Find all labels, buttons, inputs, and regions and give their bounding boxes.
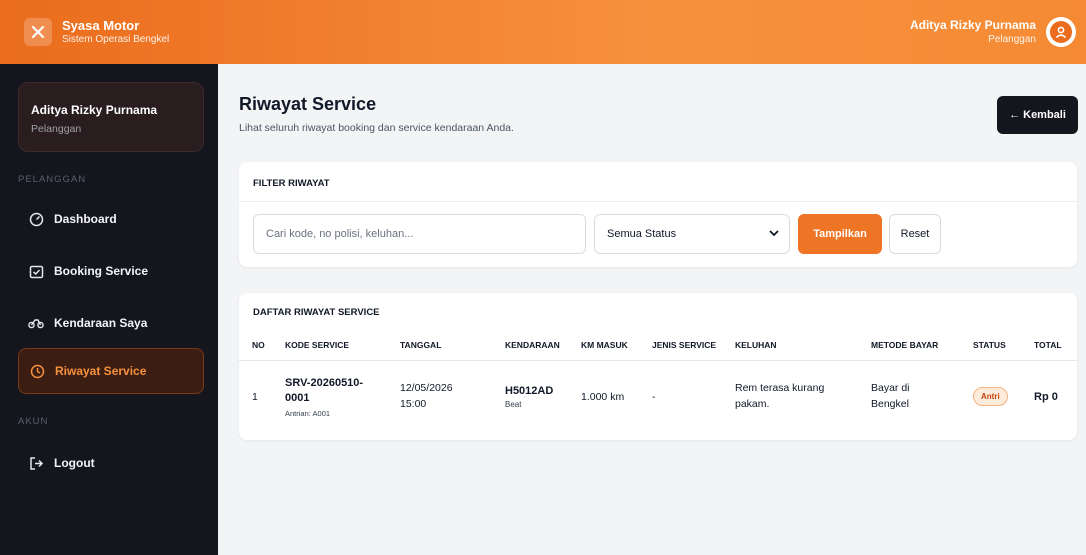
page-subtitle: Lihat seluruh riwayat booking dan servic… xyxy=(239,122,514,134)
logout-icon xyxy=(28,455,44,471)
col-header-kendaraan: KENDARAAN xyxy=(505,331,581,361)
table-header-row: NO KODE SERVICE TANGGAL KENDARAAN KM MAS… xyxy=(239,331,1077,361)
cell-kode-service: SRV-20260510-0001 Antrian: A001 xyxy=(285,360,400,433)
wrench-icon xyxy=(24,18,52,46)
user-menu[interactable]: Aditya Rizky Purnama Pelanggan xyxy=(910,17,1076,47)
sidebar-item-logout[interactable]: Logout xyxy=(18,440,204,486)
cell-kendaraan: H5012AD Beat xyxy=(505,360,581,433)
status-select-value: Semua Status xyxy=(607,228,677,240)
cell-total: Rp 0 xyxy=(1034,390,1058,403)
vehicle-plate: H5012AD xyxy=(505,384,554,397)
user-role: Pelanggan xyxy=(988,34,1036,46)
history-list-card: DAFTAR RIWAYAT SERVICE NO KODE SERVICE T… xyxy=(239,293,1077,440)
filter-heading: FILTER RIWAYAT xyxy=(239,162,1077,202)
user-circle-icon xyxy=(1050,21,1072,43)
cell-status: Antri xyxy=(973,360,1034,433)
cell-metode-bayar: Bayar di Bengkel xyxy=(871,360,973,433)
cell-km-masuk: 1.000 km xyxy=(581,390,625,403)
complaint-text: Rem terasa kurang pakam. xyxy=(735,382,825,410)
service-code: SRV-20260510-0001 xyxy=(285,376,364,404)
top-bar: Syasa Motor Sistem Operasi Bengkel Adity… xyxy=(0,0,1086,64)
filter-card: FILTER RIWAYAT Semua Status Tampilkan Re… xyxy=(239,162,1077,267)
sidebar-item-label: Riwayat Service xyxy=(55,364,147,378)
user-name: Aditya Rizky Purnama xyxy=(909,17,1036,32)
history-icon xyxy=(29,363,45,379)
cell-tanggal: 12/05/2026 15:00 xyxy=(400,360,505,433)
chevron-down-icon xyxy=(769,228,779,240)
brand[interactable]: Syasa Motor Sistem Operasi Bengkel xyxy=(24,18,169,46)
cell-jenis-service: - xyxy=(652,390,656,403)
status-select[interactable]: Semua Status xyxy=(594,214,790,254)
col-header-metode-bayar: METODE BAYAR xyxy=(871,331,973,361)
brand-subtitle: Sistem Operasi Bengkel xyxy=(62,33,170,45)
sidebar-item-label: Booking Service xyxy=(54,264,149,278)
sidebar-item-kendaraan-saya[interactable]: Kendaraan Saya xyxy=(18,300,204,346)
list-heading: DAFTAR RIWAYAT SERVICE xyxy=(253,307,380,318)
sidebar-item-booking-service[interactable]: Booking Service xyxy=(18,248,204,294)
reset-button[interactable]: Reset xyxy=(889,214,941,254)
cell-keluhan: Rem terasa kurang pakam. xyxy=(735,360,871,433)
status-badge: Antri xyxy=(973,387,1008,407)
sidebar-item-dashboard[interactable]: Dashboard xyxy=(18,196,204,242)
section-label-pelanggan: PELANGGAN xyxy=(18,174,87,185)
payment-method: Bayar di Bengkel xyxy=(871,382,910,410)
profile-role: Pelanggan xyxy=(31,123,82,135)
queue-number: Antrian: A001 xyxy=(285,408,331,418)
col-header-tanggal: TANGGAL xyxy=(400,331,505,361)
motorcycle-icon xyxy=(28,315,44,331)
table-row[interactable]: 1 SRV-20260510-0001 Antrian: A001 12/05/… xyxy=(239,360,1077,433)
tampilkan-button[interactable]: Tampilkan xyxy=(798,214,882,254)
col-header-keluhan: KELUHAN xyxy=(735,331,871,361)
col-header-total: TOTAL xyxy=(1034,331,1077,361)
profile-card: Aditya Rizky Purnama Pelanggan xyxy=(18,82,204,152)
profile-name: Aditya Rizky Purnama xyxy=(31,103,158,117)
vehicle-model: Beat xyxy=(505,399,522,409)
page-title: Riwayat Service xyxy=(239,94,377,114)
calendar-check-icon xyxy=(28,263,44,279)
history-table: NO KODE SERVICE TANGGAL KENDARAAN KM MAS… xyxy=(239,331,1077,433)
brand-name: Syasa Motor xyxy=(62,17,140,33)
col-header-km-masuk: KM MASUK xyxy=(581,331,652,361)
service-date: 12/05/2026 15:00 xyxy=(400,382,453,410)
col-header-status: STATUS xyxy=(973,331,1034,361)
sidebar-item-riwayat-service[interactable]: Riwayat Service xyxy=(18,348,204,394)
sidebar-item-label: Kendaraan Saya xyxy=(54,316,148,330)
sidebar: Aditya Rizky Purnama Pelanggan PELANGGAN… xyxy=(0,64,218,555)
sidebar-item-label: Dashboard xyxy=(54,212,117,226)
col-header-no: NO xyxy=(239,331,285,361)
sidebar-item-label: Logout xyxy=(54,456,95,470)
search-input[interactable] xyxy=(253,214,586,254)
dashboard-icon xyxy=(28,211,44,227)
avatar[interactable] xyxy=(1046,17,1076,47)
back-button[interactable]: ← Kembali xyxy=(997,96,1078,134)
col-header-jenis-service: JENIS SERVICE xyxy=(652,331,735,361)
section-label-akun: AKUN xyxy=(18,416,49,427)
cell-no: 1 xyxy=(252,390,258,403)
col-header-kode-service: KODE SERVICE xyxy=(285,331,400,361)
